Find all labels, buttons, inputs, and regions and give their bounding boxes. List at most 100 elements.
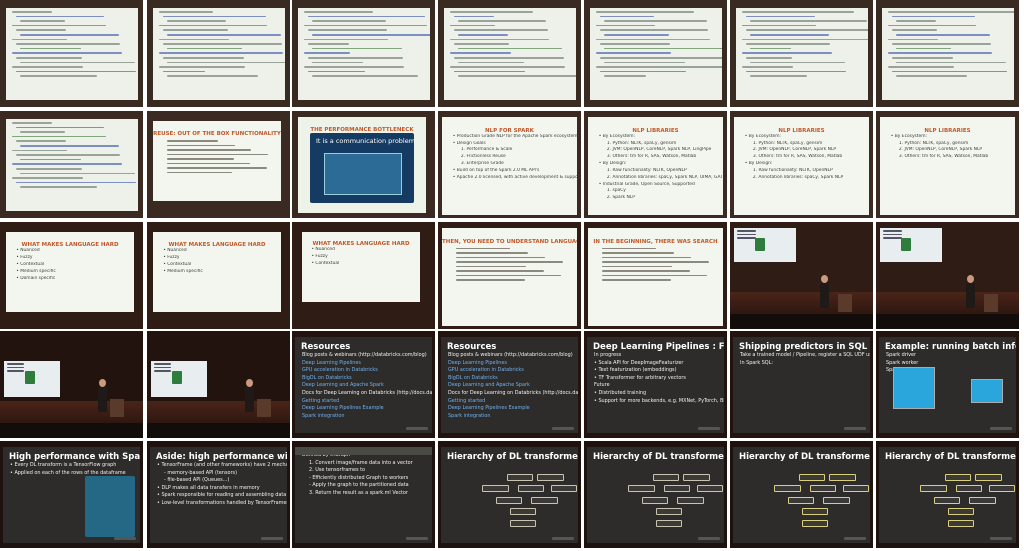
projected-slide: Shipping predictors in SQL Take a trained… bbox=[733, 337, 870, 433]
slide-footer-logo bbox=[406, 537, 428, 540]
projected-slide: Hierarchy of DL transformers bbox=[441, 447, 578, 543]
code-line bbox=[16, 70, 137, 73]
slide-line: • Fuzzy bbox=[163, 255, 180, 261]
diagram-node bbox=[842, 485, 870, 493]
slide-text-line bbox=[883, 230, 902, 232]
slide-title: Aside: high performance with Spark bbox=[156, 452, 287, 462]
projected-slide: Hierarchy of DL transformers for images bbox=[879, 447, 1016, 543]
diagram-node bbox=[550, 485, 578, 493]
code-line bbox=[16, 167, 82, 170]
code-line bbox=[304, 38, 389, 41]
figure-caption: It is a communication problem bbox=[316, 137, 416, 145]
code-line bbox=[12, 38, 68, 41]
slide-text-line bbox=[883, 237, 902, 239]
photo-tile-r5c1: High performance with Spark • Every DL tr… bbox=[0, 441, 143, 548]
projected-slide: Deep Learning Pipelines : FutureIn progr… bbox=[587, 337, 724, 433]
slide-title: Example: running batch inference bbox=[885, 342, 1016, 352]
slide-title: Shipping predictors in SQL bbox=[739, 342, 868, 352]
slide-line: 1. spaCy bbox=[606, 188, 626, 194]
slide-line: Blog posts & webinars (http://databricks… bbox=[302, 352, 427, 358]
slide-line: 2. Annotation libraries: spaCy, Spark NL… bbox=[752, 174, 844, 180]
slide-header-bar bbox=[295, 447, 432, 455]
photo-tile-r1c4 bbox=[438, 0, 581, 107]
code-line bbox=[20, 47, 81, 50]
diagram-node bbox=[798, 473, 826, 481]
code-line bbox=[454, 56, 564, 59]
slide-line: • Nuanced bbox=[163, 248, 187, 254]
photo-tile-r3c2: WHAT MAKES LANGUAGE HARD • Nuanced • Fuzzy… bbox=[147, 222, 290, 329]
presenter bbox=[966, 275, 975, 308]
code-line bbox=[600, 43, 670, 45]
projected-slide bbox=[444, 8, 576, 100]
photo-tile-r3c1: WHAT MAKES LANGUAGE HARD • Nuanced • Fuzzy… bbox=[0, 222, 143, 329]
photo-tile-r2c6: NLP LIBRARIES • By Ecosystem: 1. Python: N… bbox=[730, 111, 873, 218]
slide-line: Deep Learning and Apache Spark bbox=[448, 382, 530, 389]
code-line bbox=[888, 24, 977, 27]
slide-line: 1. Python: NLTK, spaCy, gensim bbox=[606, 140, 677, 146]
diagram-node bbox=[809, 485, 837, 493]
slide-line: Blog posts & webinars (http://databricks… bbox=[448, 352, 573, 358]
code-line bbox=[746, 43, 831, 45]
projected-slide: High performance with Spark • Every DL tr… bbox=[3, 447, 140, 543]
slide-title: High performance with Spark bbox=[9, 452, 140, 462]
slide-footer-logo bbox=[698, 427, 720, 430]
code-line bbox=[596, 66, 722, 68]
projected-slide: Example: running batch inferenceSpark dr… bbox=[879, 337, 1016, 433]
slide-line: • Every DL transform is a TensorFlow gra… bbox=[10, 462, 117, 468]
slide-line: Deep Learning Pipelines bbox=[302, 359, 361, 366]
code-line bbox=[12, 24, 106, 27]
code-line bbox=[892, 56, 953, 59]
code-line bbox=[892, 70, 1007, 73]
code-line bbox=[454, 70, 526, 73]
code-line bbox=[750, 47, 791, 50]
diagram-node bbox=[482, 485, 509, 493]
diagram-node bbox=[988, 485, 1016, 493]
slide-line: • Contextual bbox=[163, 261, 192, 267]
code-line bbox=[20, 172, 135, 175]
code-line bbox=[312, 75, 418, 77]
code-line bbox=[16, 15, 105, 18]
code-line bbox=[454, 43, 510, 45]
photo-tile-r3c4: THEN, YOU NEED TO UNDERSTAND LANGUAGE bbox=[438, 222, 581, 329]
code-line bbox=[746, 70, 847, 73]
diagram-node bbox=[933, 496, 961, 504]
slide-title: Resources bbox=[301, 342, 351, 352]
photo-tile-r4c5: Deep Learning Pipelines : FutureIn progr… bbox=[584, 331, 727, 438]
code-line bbox=[12, 122, 52, 124]
code-line bbox=[604, 75, 647, 77]
diagram-node bbox=[974, 473, 1002, 481]
code-line bbox=[896, 20, 936, 22]
slide-footer-logo bbox=[552, 537, 574, 540]
lectern bbox=[984, 294, 998, 312]
projected-slide bbox=[4, 361, 60, 397]
code-line bbox=[742, 52, 832, 54]
slide-line: Deep Learning Pipelines Example bbox=[302, 405, 384, 412]
diagram-node bbox=[655, 519, 683, 527]
slide-line: 3. Others: tm for R, SAS, Watson, Matlab bbox=[898, 154, 989, 160]
photo-tile-r3c6 bbox=[730, 222, 873, 329]
code-line bbox=[458, 20, 547, 22]
diagram-node bbox=[920, 485, 947, 493]
projected-slide bbox=[736, 8, 868, 100]
slide-line: 3. Others: tm for R, SAS, Watson, Matlab bbox=[606, 154, 697, 160]
code-line bbox=[312, 33, 430, 36]
code-line bbox=[167, 75, 259, 77]
slide-text-line bbox=[154, 363, 171, 365]
code-line bbox=[20, 33, 119, 36]
slide-line: • DLP makes all data transfers in memory bbox=[157, 484, 260, 491]
code-line bbox=[746, 56, 793, 59]
code-line bbox=[896, 47, 952, 50]
slide-text-line bbox=[737, 237, 756, 239]
slide-title: Hierarchy of DL transformers bbox=[447, 452, 578, 462]
slide-line: • Distributed training bbox=[594, 389, 647, 396]
slide-line: Docs for Deep Learning on Databricks (ht… bbox=[302, 389, 432, 396]
lectern bbox=[257, 399, 271, 417]
code-line bbox=[16, 29, 67, 31]
presenter bbox=[820, 275, 829, 308]
slide-line: - Efficiently distributed Graph to worke… bbox=[309, 474, 409, 481]
code-line bbox=[600, 15, 655, 18]
code-line bbox=[163, 43, 282, 45]
photo-tile-r1c6 bbox=[730, 0, 873, 107]
photo-tile-r1c3 bbox=[292, 0, 435, 107]
projected-slide: NLP LIBRARIES • By Ecosystem: 1. Python: N… bbox=[588, 117, 723, 215]
